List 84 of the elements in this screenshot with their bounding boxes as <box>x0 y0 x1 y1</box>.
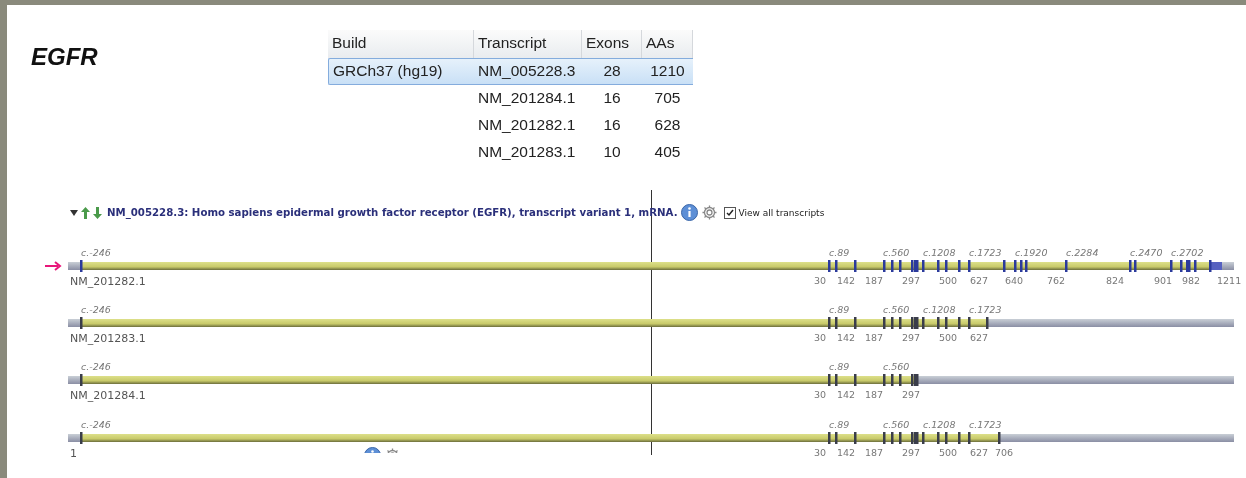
column-header[interactable]: AAs <box>642 30 693 58</box>
cdna-position-label: c.2284 <box>1066 248 1099 258</box>
transcript-track[interactable] <box>68 374 1234 386</box>
table-cell[interactable]: 10 <box>582 139 642 166</box>
amino-acid-position-label: 297 <box>902 276 921 286</box>
amino-acid-position-label: 30 <box>814 276 827 286</box>
amino-acid-position-label: 187 <box>865 390 884 400</box>
amino-acid-position-label: 297 <box>902 448 921 458</box>
amino-acid-position-label: 901 <box>1154 276 1173 286</box>
cdna-position-label: c.-246 <box>81 248 111 258</box>
amino-acid-position-label: 1211 <box>1217 276 1242 286</box>
cdna-position-label: c.-246 <box>81 305 111 315</box>
transcript-track[interactable] <box>68 317 1234 329</box>
amino-acid-position-label: 297 <box>902 390 921 400</box>
cdna-position-label: c.2470 <box>1130 248 1163 258</box>
amino-acid-position-label: 762 <box>1047 276 1066 286</box>
cdna-position-label: c.1208 <box>923 248 956 258</box>
amino-acid-position-label: 297 <box>902 333 921 343</box>
settings-icon[interactable] <box>700 204 718 221</box>
amino-acid-position-label: 142 <box>837 448 856 458</box>
info-icon[interactable] <box>680 204 698 221</box>
cdna-position-label: c.1723 <box>969 305 1002 315</box>
amino-acid-position-label: 706 <box>995 448 1014 458</box>
collapse-triangle-icon[interactable] <box>70 208 78 217</box>
table-cell[interactable]: 705 <box>642 85 693 112</box>
pointer-arrow-icon <box>45 261 63 271</box>
column-header[interactable]: Exons <box>582 30 642 58</box>
table-cell[interactable]: 1210 <box>642 58 693 85</box>
checkbox-label: View all transcripts <box>738 207 825 218</box>
cdna-position-label: c.1723 <box>969 420 1002 430</box>
amino-acid-position-label: 500 <box>939 448 958 458</box>
amino-acid-position-label: 187 <box>865 448 884 458</box>
table-cell[interactable]: NM_005228.3 <box>474 58 582 85</box>
table-cell[interactable]: 16 <box>582 85 642 112</box>
table-cell[interactable]: NM_201283.1 <box>474 139 582 166</box>
table-cell[interactable]: NM_201284.1 <box>474 85 582 112</box>
amino-acid-position-label: 187 <box>865 276 884 286</box>
column-header[interactable]: Build <box>328 30 474 58</box>
cdna-position-label: c.89 <box>829 305 850 315</box>
cdna-position-label: c.1723 <box>969 248 1002 258</box>
cdna-position-label: c.1208 <box>923 420 956 430</box>
table-cell[interactable]: GRCh37 (hg19) <box>328 58 474 85</box>
amino-acid-position-label: 30 <box>814 333 827 343</box>
table-cell[interactable]: 16 <box>582 112 642 139</box>
table-cell[interactable]: 28 <box>582 58 642 85</box>
amino-acid-position-label: 627 <box>970 448 989 458</box>
cdna-position-label: c.560 <box>883 362 910 372</box>
transcript-track[interactable] <box>68 260 1234 272</box>
cdna-position-label: c.-246 <box>81 420 111 430</box>
amino-acid-position-label: 640 <box>1005 276 1024 286</box>
transcript-name: NM_201283.1 <box>70 333 146 344</box>
cdna-position-label: c.1920 <box>1015 248 1048 258</box>
cdna-position-label: c.-246 <box>81 362 111 372</box>
amino-acid-position-label: 142 <box>837 390 856 400</box>
gene-title: EGFR <box>31 43 99 71</box>
cdna-position-label: c.89 <box>829 248 850 258</box>
cdna-position-label: c.2702 <box>1171 248 1204 258</box>
transcript-name: 1 <box>70 448 77 459</box>
transcript-name: NM_201284.1 <box>70 390 146 401</box>
amino-acid-position-label: 982 <box>1182 276 1201 286</box>
amino-acid-position-label: 142 <box>837 333 856 343</box>
amino-acid-position-label: 824 <box>1106 276 1125 286</box>
transcript-name: NM_201282.1 <box>70 276 146 287</box>
amino-acid-position-label: 500 <box>939 276 958 286</box>
column-header[interactable]: Transcript <box>474 30 582 58</box>
table-cell[interactable]: NM_201282.1 <box>474 112 582 139</box>
amino-acid-position-label: 30 <box>814 390 827 400</box>
table-cell[interactable]: 628 <box>642 112 693 139</box>
move-down-icon[interactable] <box>93 206 102 219</box>
cdna-position-label: c.89 <box>829 420 850 430</box>
amino-acid-position-label: 187 <box>865 333 884 343</box>
amino-acid-position-label: 142 <box>837 276 856 286</box>
cdna-position-label: c.89 <box>829 362 850 372</box>
cdna-position-label: c.560 <box>883 248 910 258</box>
cdna-position-label: c.560 <box>883 420 910 430</box>
transcript-track[interactable] <box>68 432 1234 444</box>
amino-acid-position-label: 627 <box>970 276 989 286</box>
table-cell[interactable]: 405 <box>642 139 693 166</box>
amino-acid-position-label: 500 <box>939 333 958 343</box>
amino-acid-position-label: 30 <box>814 448 827 458</box>
view-all-checkbox[interactable] <box>723 206 736 219</box>
cdna-position-label: c.1208 <box>923 305 956 315</box>
amino-acid-position-label: 627 <box>970 333 989 343</box>
cdna-position-label: c.560 <box>883 305 910 315</box>
